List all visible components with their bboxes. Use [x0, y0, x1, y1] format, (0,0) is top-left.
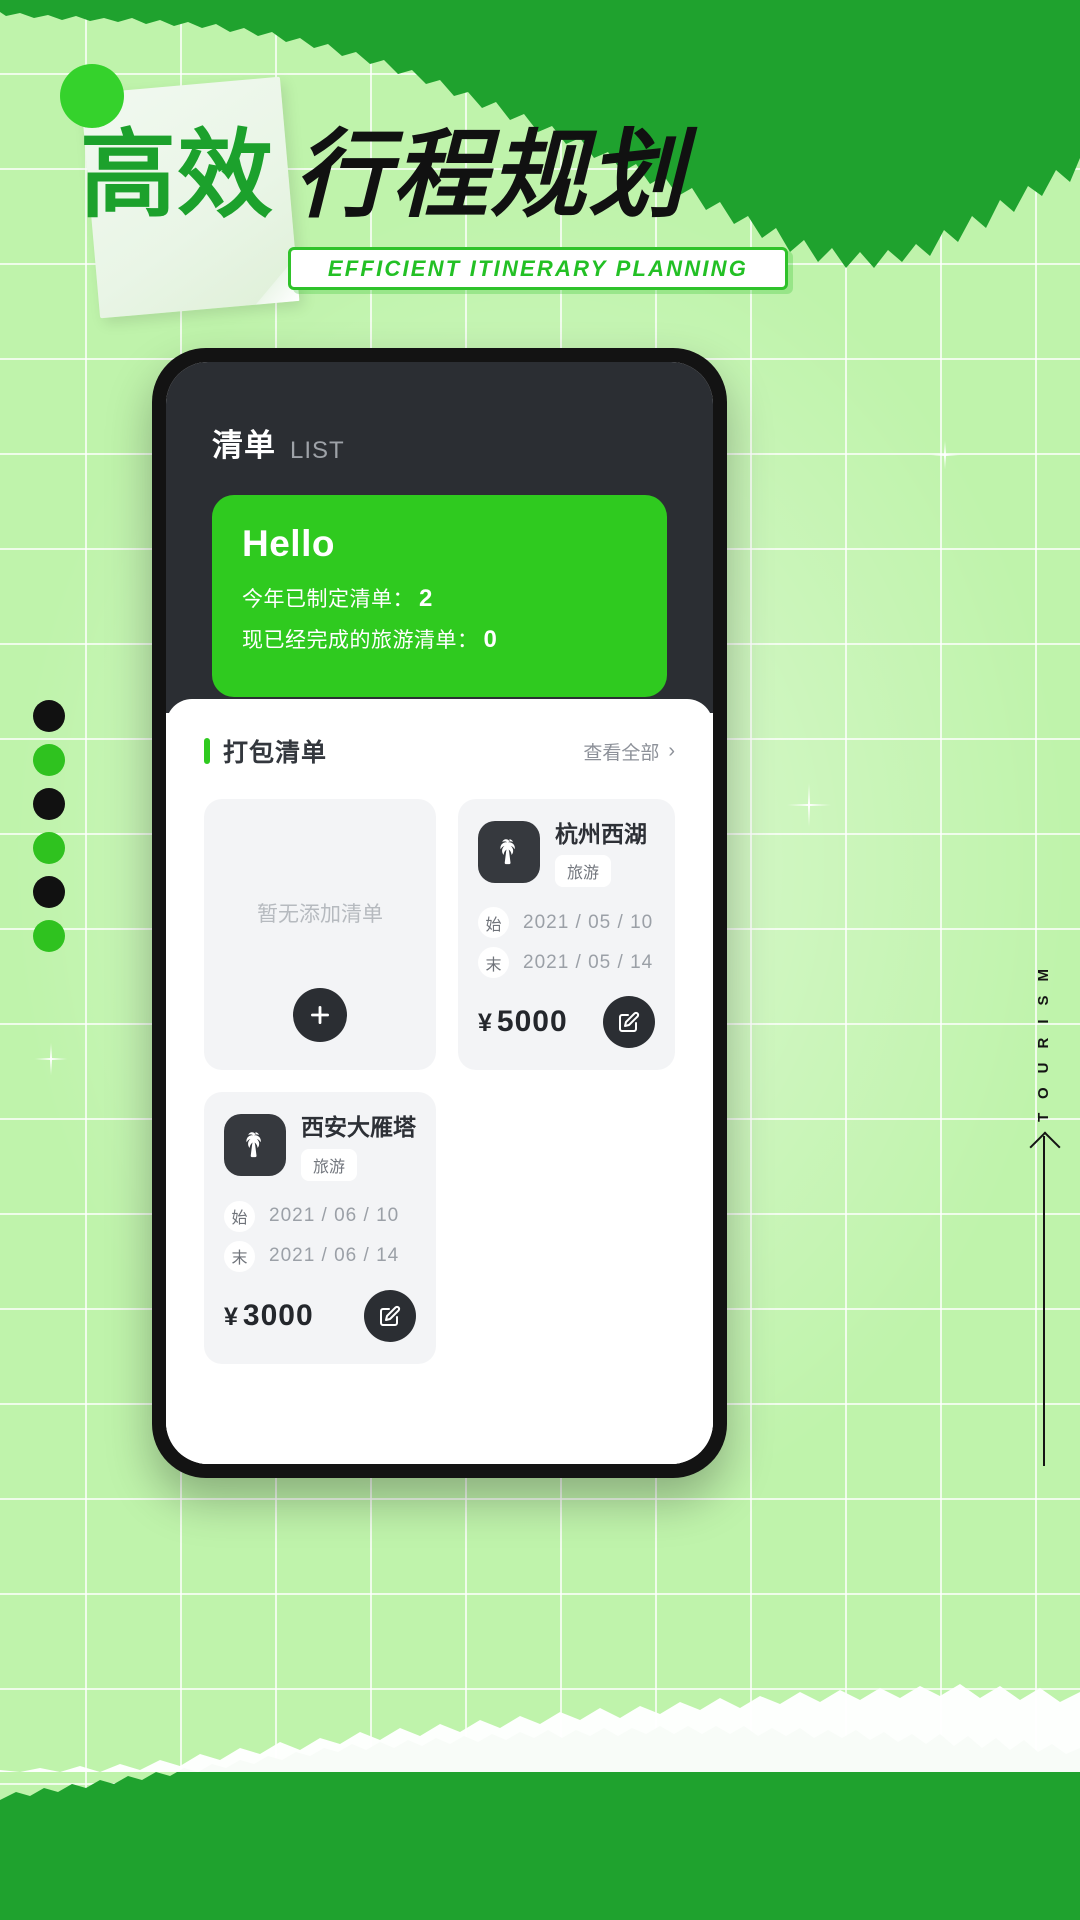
trip-price-value: 3000 [242, 1298, 314, 1332]
side-vertical-text: TOURISM [1035, 955, 1052, 1122]
app-title-row: 清单 LIST [166, 420, 713, 495]
trip-icon-box [478, 821, 540, 883]
trip-price: ¥3000 [224, 1299, 314, 1333]
hero-stat-created-label: 今年已制定清单： [242, 588, 414, 611]
edit-icon [619, 1012, 640, 1033]
trip-end-key: 末 [478, 947, 509, 979]
decor-dots-column [33, 700, 65, 952]
trip-name: 杭州西湖 [555, 821, 647, 847]
content-sheet: 打包清单 查看全部 › 暂无添加清单 杭州西湖 旅游 始 2021 / 05 /… [166, 699, 713, 1464]
decor-dot [33, 700, 65, 732]
trip-price-value: 5000 [496, 1005, 568, 1039]
trip-start-date-row: 始 2021 / 05 / 10 [478, 907, 655, 939]
decor-dot [33, 876, 65, 908]
hero-stat-created-value: 2 [419, 585, 433, 612]
section-title: 打包清单 [223, 739, 328, 767]
palm-tree-icon [500, 839, 515, 865]
trip-currency: ¥ [224, 1302, 239, 1331]
up-arrow-icon [1042, 1135, 1045, 1466]
trip-end-date-row: 末 2021 / 05 / 14 [478, 947, 655, 979]
empty-list-tile[interactable]: 暂无添加清单 [204, 799, 436, 1071]
section-title-wrap: 打包清单 [204, 733, 327, 769]
trip-card-footer: ¥3000 [224, 1289, 416, 1342]
trip-end-value: 2021 / 05 / 14 [523, 951, 654, 973]
poster-subtitle-text: EFFICIENT ITINERARY PLANNING [327, 255, 749, 281]
trip-start-date-row: 始 2021 / 06 / 10 [224, 1200, 416, 1232]
view-all-button[interactable]: 查看全部 › [583, 738, 675, 765]
hero-stat-created: 今年已制定清单： 2 [242, 583, 637, 613]
trip-edit-button[interactable] [603, 996, 655, 1049]
hero-stat-completed-label: 现已经完成的旅游清单： [242, 629, 479, 652]
page-title-en: LIST [290, 437, 345, 464]
hero-stat-completed-value: 0 [483, 626, 498, 653]
phone-screen: 清单 LIST Hello 今年已制定清单： 2 现已经完成的旅游清单： 0 打包清… [166, 362, 713, 1464]
trip-start-value: 2021 / 06 / 10 [269, 1205, 400, 1227]
trip-start-key: 始 [224, 1200, 255, 1232]
trip-icon-box [224, 1114, 286, 1177]
section-accent-bar [204, 738, 210, 764]
poster-headline: 高效 行程规划 [80, 120, 780, 230]
trip-currency: ¥ [478, 1009, 493, 1038]
trip-card-footer: ¥5000 [478, 996, 655, 1049]
trip-end-value: 2021 / 06 / 14 [269, 1245, 400, 1267]
decor-dot [33, 832, 65, 864]
trip-end-date-row: 末 2021 / 06 / 14 [224, 1240, 416, 1272]
decor-dot [33, 920, 65, 952]
section-header: 打包清单 查看全部 › [204, 733, 675, 769]
trip-card-grid: 暂无添加清单 杭州西湖 旅游 始 2021 / 05 / 10 末 2021 /… [204, 799, 675, 1364]
app-header: 清单 LIST Hello 今年已制定清单： 2 现已经完成的旅游清单： 0 [166, 362, 713, 713]
trip-name: 西安大雁塔 [301, 1114, 416, 1141]
trip-card-titleblock: 杭州西湖 旅游 [555, 821, 647, 888]
headline-green-text: 高效 [80, 119, 274, 231]
hero-stat-completed: 现已经完成的旅游清单： 0 [242, 624, 637, 654]
trip-start-value: 2021 / 05 / 10 [523, 911, 654, 933]
trip-end-key: 末 [224, 1240, 255, 1272]
empty-list-text: 暂无添加清单 [257, 902, 383, 926]
plus-icon [311, 1006, 329, 1025]
trip-card-top: 杭州西湖 旅游 [478, 821, 655, 888]
view-all-label: 查看全部 [583, 742, 660, 764]
trip-tag: 旅游 [301, 1148, 358, 1181]
phone-mockup: 清单 LIST Hello 今年已制定清单： 2 现已经完成的旅游清单： 0 打包清… [152, 348, 727, 1478]
trip-card-top: 西安大雁塔 旅游 [224, 1114, 416, 1181]
chevron-right-icon: › [668, 739, 675, 762]
decor-dot [33, 744, 65, 776]
edit-icon [380, 1305, 401, 1326]
headline-black-text: 行程规划 [294, 119, 686, 231]
decor-dot [33, 788, 65, 820]
poster-subtitle-badge: EFFICIENT ITINERARY PLANNING [288, 247, 788, 290]
trip-card[interactable]: 西安大雁塔 旅游 始 2021 / 06 / 10 末 2021 / 06 / … [204, 1092, 436, 1364]
trip-card-titleblock: 西安大雁塔 旅游 [301, 1114, 416, 1181]
trip-price: ¥5000 [478, 1005, 568, 1039]
hero-summary-card[interactable]: Hello 今年已制定清单： 2 现已经完成的旅游清单： 0 [212, 495, 667, 697]
trip-card[interactable]: 杭州西湖 旅游 始 2021 / 05 / 10 末 2021 / 05 / 1… [458, 799, 675, 1071]
hero-greeting: Hello [242, 523, 335, 564]
trip-start-key: 始 [478, 907, 509, 939]
page-title: 清单 [212, 428, 276, 463]
trip-tag: 旅游 [555, 855, 612, 888]
side-vertical-label: TOURISM [1035, 955, 1052, 1466]
palm-tree-icon [246, 1132, 261, 1158]
add-list-button[interactable] [293, 988, 347, 1043]
trip-edit-button[interactable] [364, 1289, 416, 1342]
